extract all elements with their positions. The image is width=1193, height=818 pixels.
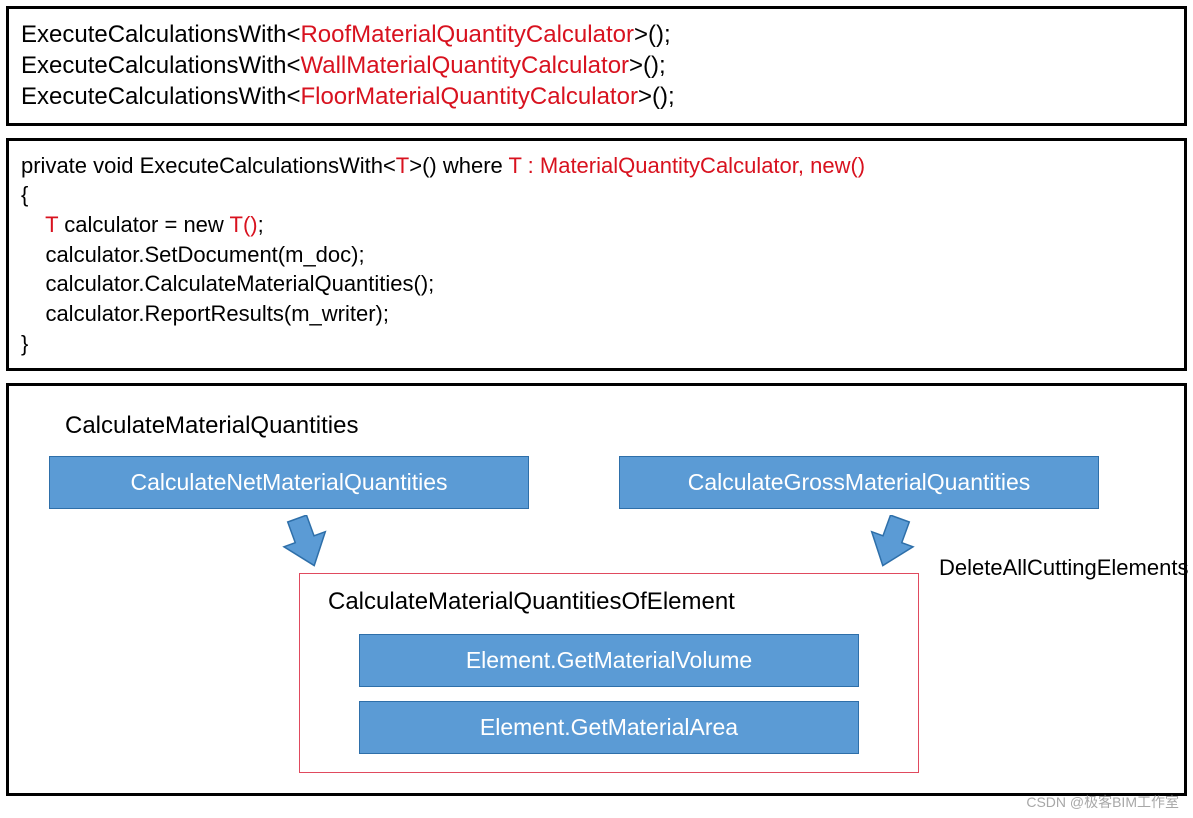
- code-text: [21, 212, 45, 237]
- code-text: T(): [230, 212, 258, 237]
- code-text: private void ExecuteCalculationsWith<: [21, 153, 396, 178]
- code-line: {: [21, 180, 1172, 210]
- arrow-down-left-icon: [859, 515, 919, 576]
- code-line: ExecuteCalculationsWith<FloorMaterialQua…: [21, 81, 1172, 112]
- delete-cutting-label: DeleteAllCuttingElements: [939, 555, 1188, 581]
- code-text: >();: [634, 21, 671, 48]
- code-text: T: [396, 153, 409, 178]
- code-text: >() where: [409, 153, 508, 178]
- type-name: WallMaterialQuantityCalculator: [300, 52, 629, 79]
- get-volume-box: Element.GetMaterialVolume: [359, 634, 859, 687]
- element-calc-frame: CalculateMaterialQuantitiesOfElement Ele…: [299, 573, 919, 773]
- code-text: T : MaterialQuantityCalculator, new(): [509, 153, 866, 178]
- calc-net-box: CalculateNetMaterialQuantities: [49, 456, 529, 509]
- code-text: >();: [638, 83, 675, 110]
- type-name: FloorMaterialQuantityCalculator: [300, 83, 637, 110]
- frame-title: CalculateMaterialQuantitiesOfElement: [328, 588, 894, 616]
- diagram-title: CalculateMaterialQuantities: [65, 412, 1138, 440]
- code-block-1: ExecuteCalculationsWith<RoofMaterialQuan…: [6, 6, 1187, 126]
- code-text: >();: [629, 52, 666, 79]
- code-text: T: [45, 212, 58, 237]
- code-text: ExecuteCalculationsWith<: [21, 21, 300, 48]
- code-line: calculator.CalculateMaterialQuantities()…: [21, 269, 1172, 299]
- arrow-down-right-icon: [274, 515, 334, 576]
- code-text: ExecuteCalculationsWith<: [21, 83, 300, 110]
- code-line: ExecuteCalculationsWith<WallMaterialQuan…: [21, 50, 1172, 81]
- code-line: calculator.SetDocument(m_doc);: [21, 240, 1172, 270]
- type-name: RoofMaterialQuantityCalculator: [300, 21, 633, 48]
- get-area-box: Element.GetMaterialArea: [359, 701, 859, 754]
- code-text: ;: [258, 212, 264, 237]
- watermark: CSDN @极客BIM工作室: [1026, 792, 1179, 812]
- code-line: T calculator = new T();: [21, 210, 1172, 240]
- code-line: ExecuteCalculationsWith<RoofMaterialQuan…: [21, 19, 1172, 50]
- code-line: private void ExecuteCalculationsWith<T>(…: [21, 151, 1172, 181]
- code-text: calculator = new: [58, 212, 229, 237]
- code-line: calculator.ReportResults(m_writer);: [21, 299, 1172, 329]
- code-text: ExecuteCalculationsWith<: [21, 52, 300, 79]
- diagram-row: CalculateNetMaterialQuantities Calculate…: [49, 456, 1144, 509]
- code-block-2: private void ExecuteCalculationsWith<T>(…: [6, 138, 1187, 372]
- diagram-block: CalculateMaterialQuantities CalculateNet…: [6, 383, 1187, 796]
- calc-gross-box: CalculateGrossMaterialQuantities: [619, 456, 1099, 509]
- code-line: }: [21, 329, 1172, 359]
